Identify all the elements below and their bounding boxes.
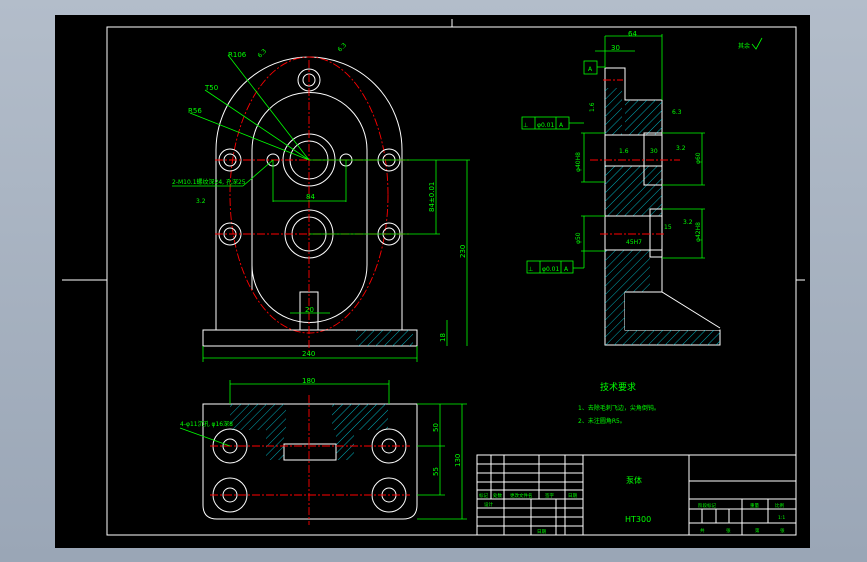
date-cell: 日期 xyxy=(537,529,546,535)
sheet-cell: 张 xyxy=(780,527,785,534)
roughness-symbol: 1.6 xyxy=(619,148,629,155)
dimension: 18 xyxy=(439,333,447,342)
part-name: 泵体 xyxy=(626,475,642,485)
dimension: φ40H8 xyxy=(575,152,582,172)
dimension: φ50 xyxy=(575,232,582,244)
sheet-cell: 张 xyxy=(726,527,731,534)
header-cell: 阶段标记 xyxy=(698,502,716,509)
dimension: 50 xyxy=(432,423,440,432)
header-cell: 更改文件名 xyxy=(510,492,533,499)
tech-item: 2、未注圆角R5。 xyxy=(578,417,626,425)
hole-note: 2-M10.1螺纹深24, 孔深25 xyxy=(172,178,246,186)
dimension: 84±0.01 xyxy=(428,182,436,212)
header-cell: 日期 xyxy=(568,493,577,499)
drawing-canvas: R106 T50 R56 2-M10.1螺纹深24, 孔深25 3.2 6.3 … xyxy=(55,15,810,548)
dimension: 230 xyxy=(459,245,467,258)
radius-label: R106 xyxy=(228,51,247,59)
scale-value: 1:1 xyxy=(778,515,785,521)
design-cell: 设计 xyxy=(484,501,493,508)
header-cell: 比例 xyxy=(775,502,784,509)
dimension: 30 xyxy=(611,44,620,52)
dimension: 15 xyxy=(664,224,672,231)
dimension: 55 xyxy=(432,467,440,476)
sheet-cell: 共 xyxy=(700,527,705,534)
dimension: 84 xyxy=(306,193,315,201)
tech-title: 技术要求 xyxy=(600,381,636,393)
perpendicularity-icon: ⊥ xyxy=(523,122,528,129)
header-cell: 处数 xyxy=(493,492,502,499)
dimension: 130 xyxy=(454,454,462,467)
material: HT300 xyxy=(625,515,651,524)
roughness-symbol: 1.6 xyxy=(589,102,596,112)
dimension: 240 xyxy=(302,350,315,358)
roughness-symbol: 3.2 xyxy=(676,145,686,152)
dimension: 20 xyxy=(305,306,314,314)
dimension: 30 xyxy=(650,148,658,155)
perpendicularity-icon: ⊥ xyxy=(528,266,533,273)
other-roughness-note: 其余 xyxy=(738,42,750,50)
tolerance-value: φ0.01 xyxy=(537,122,555,129)
roughness-symbol: 6.3 xyxy=(672,109,682,116)
header-cell: 签字 xyxy=(545,492,554,499)
dimension: φ42H8 xyxy=(695,222,702,242)
sheet-cell: 第 xyxy=(755,527,760,534)
dimension: 64 xyxy=(628,30,637,38)
dimension: 180 xyxy=(302,377,315,385)
header-cell: 重量 xyxy=(750,502,759,509)
tolerance-value: φ0.01 xyxy=(542,266,560,273)
dimension: 45H7 xyxy=(626,239,642,246)
tech-item: 1、去除毛刺飞边，尖角倒钝。 xyxy=(578,404,660,412)
hole-note: 4-φ11沉孔 φ16深8 xyxy=(180,420,233,428)
radius-label: T50 xyxy=(204,84,218,92)
roughness-symbol: 3.2 xyxy=(683,219,693,226)
roughness-symbol: 3.2 xyxy=(196,198,206,205)
dimension: φ60 xyxy=(695,152,702,164)
cad-viewport[interactable]: R106 T50 R56 2-M10.1螺纹深24, 孔深25 3.2 6.3 … xyxy=(0,0,867,562)
radius-label: R56 xyxy=(188,107,202,115)
header-cell: 标记 xyxy=(479,492,488,499)
